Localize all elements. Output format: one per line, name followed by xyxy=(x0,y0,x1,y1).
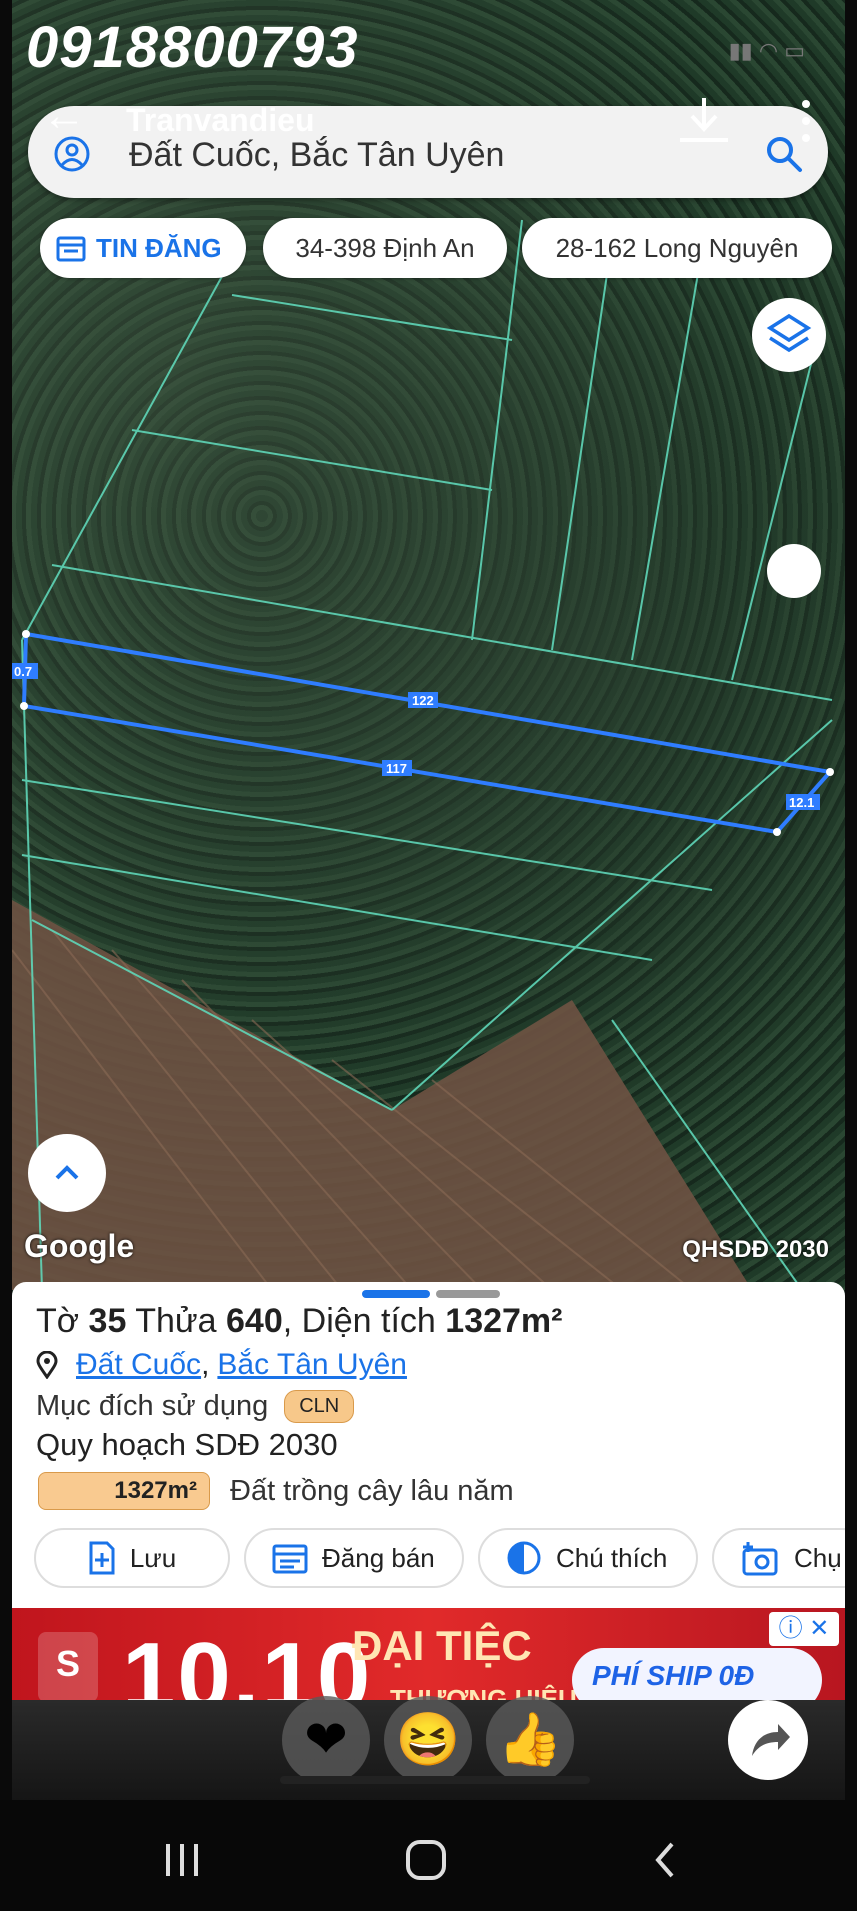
half-circle-icon xyxy=(507,1541,541,1575)
legend-button[interactable]: Chú thích xyxy=(478,1528,698,1588)
heart-icon[interactable]: ❤ xyxy=(282,1696,370,1784)
edge-label-07: 0.7 xyxy=(14,664,32,679)
home-indicator xyxy=(280,1776,590,1784)
capture-button[interactable]: Chụ xyxy=(712,1528,845,1588)
status-bar-icons: ▮▮ ◠ ▭ xyxy=(728,38,805,63)
chip-label: 34-398 Định An xyxy=(295,232,475,263)
purpose-code-badge: CLN xyxy=(284,1390,355,1423)
edge-label-117: 117 xyxy=(386,761,407,776)
chip-label: TIN ĐĂNG xyxy=(96,232,222,263)
back-arrow-icon[interactable]: ← xyxy=(42,94,92,146)
ad-title: ĐẠI TIỆC xyxy=(352,1622,532,1669)
shopee-logo: S xyxy=(38,1632,98,1702)
action-buttons: Lưu Đăng bán Chú thích Chụ xyxy=(34,1528,845,1588)
recent-apps-icon[interactable] xyxy=(160,1840,204,1880)
location-pin-icon xyxy=(36,1351,58,1379)
map-layer-label: QHSDĐ 2030 xyxy=(682,1236,829,1263)
sheet-handle[interactable] xyxy=(436,1290,500,1298)
calendar-icon xyxy=(56,236,86,262)
layers-button[interactable] xyxy=(752,298,826,372)
layers-icon xyxy=(766,313,812,353)
save-button[interactable]: Lưu xyxy=(34,1528,230,1588)
download-icon[interactable] xyxy=(674,96,734,146)
more-options-icon[interactable] xyxy=(800,98,812,144)
home-icon[interactable] xyxy=(404,1840,448,1880)
parcel-info-sheet: Tờ 35 Thửa 640, Diện tích 1327m² Đất Cuố… xyxy=(12,1282,845,1612)
add-file-icon xyxy=(89,1541,115,1575)
post-sale-button[interactable]: Đăng bán xyxy=(244,1528,464,1588)
search-input[interactable]: Đất Cuốc, Bắc Tân Uyên xyxy=(129,136,504,175)
chip-long-nguyen[interactable]: 28-162 Long Nguyên xyxy=(522,218,832,278)
location-link-district[interactable]: Bắc Tân Uyên xyxy=(217,1348,407,1382)
land-use-purpose: Mục đích sử dụng CLN xyxy=(36,1390,355,1423)
sheet-handle-active[interactable] xyxy=(362,1290,430,1298)
share-button[interactable] xyxy=(728,1700,808,1780)
chevron-up-icon xyxy=(55,1165,79,1180)
location-link-ward[interactable]: Đất Cuốc xyxy=(76,1348,201,1382)
phone-number-watermark: 0918800793 xyxy=(26,15,359,80)
chip-dinh-an[interactable]: 34-398 Định An xyxy=(263,218,507,278)
expand-up-button[interactable] xyxy=(28,1134,106,1212)
location-marker[interactable] xyxy=(767,544,821,598)
plan-area-row: 1327m² Đất trồng cây lâu năm xyxy=(38,1472,514,1510)
ad-close-icon[interactable]: ⓘ ✕ xyxy=(769,1612,839,1646)
plan-use-label: Đất trồng cây lâu năm xyxy=(230,1474,514,1507)
chip-label: 28-162 Long Nguyên xyxy=(555,232,799,263)
back-icon[interactable] xyxy=(650,1840,680,1880)
laughing-face-icon[interactable]: 😆 xyxy=(384,1696,472,1784)
plan-heading: Quy hoạch SDĐ 2030 xyxy=(36,1427,338,1462)
app-frame: 0.7 122 117 12.1 0918800793 ▮▮ ◠ ▭ Đất C… xyxy=(12,0,845,1800)
plan-area-value: 1327m² xyxy=(38,1472,210,1510)
share-arrow-icon xyxy=(752,1724,790,1756)
edge-label-122: 122 xyxy=(412,693,434,708)
system-nav-bar xyxy=(0,1800,857,1911)
search-icon[interactable] xyxy=(764,134,804,174)
chip-tin-dang[interactable]: TIN ĐĂNG xyxy=(40,218,246,278)
camera-icon xyxy=(742,1542,778,1576)
calendar-icon xyxy=(272,1544,308,1574)
parcel-title: Tờ 35 Thửa 640, Diện tích 1327m² xyxy=(36,1302,563,1340)
thumbs-up-icon[interactable]: 👍 xyxy=(486,1696,574,1784)
parcel-location: Đất Cuốc, Bắc Tân Uyên xyxy=(36,1348,407,1382)
uploader-name: Tranvandieu xyxy=(126,102,315,138)
edge-label-121: 12.1 xyxy=(789,795,814,810)
google-logo: Google xyxy=(24,1228,135,1264)
